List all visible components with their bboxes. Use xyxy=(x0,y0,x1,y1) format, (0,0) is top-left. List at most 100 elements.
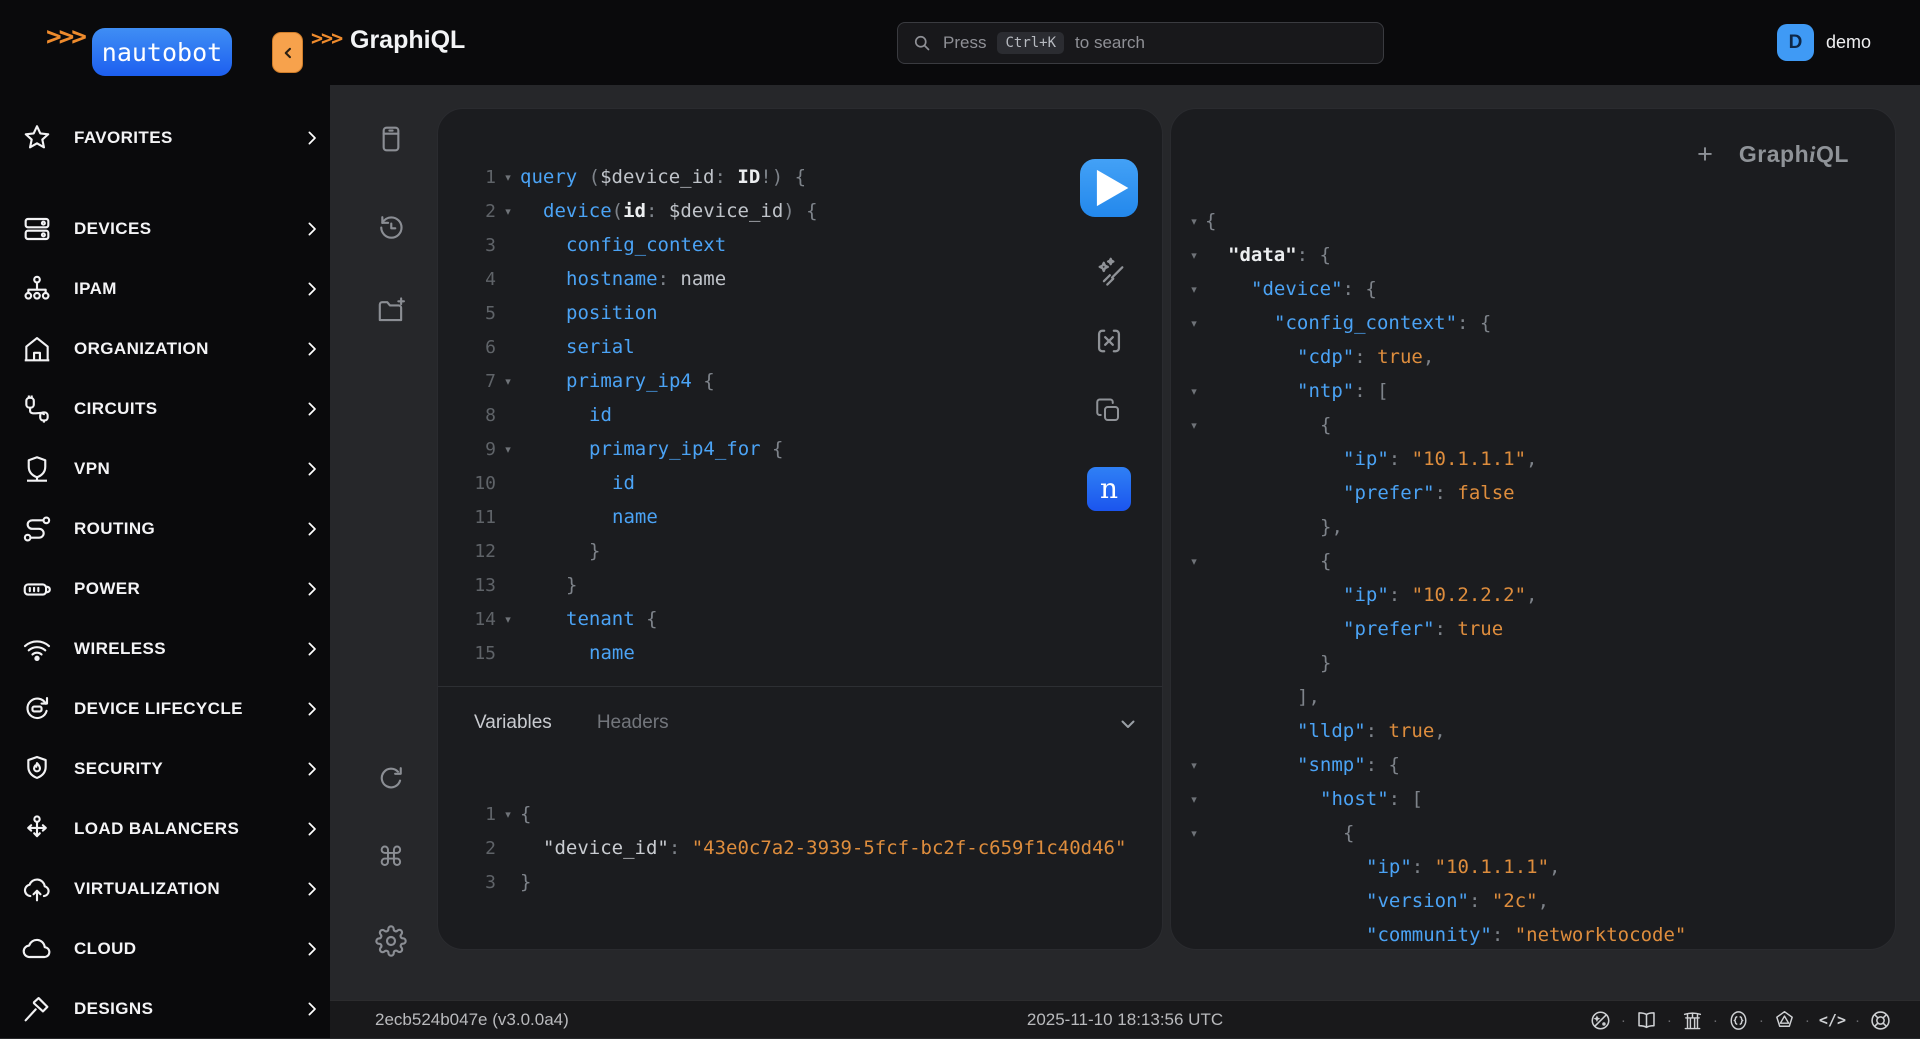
line-number: 2 xyxy=(438,201,496,222)
cable-icon xyxy=(21,393,53,425)
sidebar-item-organization[interactable]: ORGANIZATION xyxy=(0,325,330,373)
code-text: name xyxy=(520,506,658,528)
fold-arrow-icon[interactable]: ▾ xyxy=(496,205,520,218)
sidebar-item-circuits[interactable]: CIRCUITS xyxy=(0,385,330,433)
torii-gate-icon[interactable] xyxy=(1681,1009,1704,1032)
code-text: position xyxy=(520,302,658,324)
theme-toggle-icon[interactable] xyxy=(1589,1009,1612,1032)
help-lifebuoy-icon[interactable] xyxy=(1869,1009,1892,1032)
response-code-line: ▾"device": { xyxy=(1171,272,1885,306)
response-code-line: "prefer": false xyxy=(1171,476,1885,510)
tab-headers[interactable]: Headers xyxy=(597,712,669,734)
sidebar: FAVORITES DEVICES IPAM ORGANIZATION CIRC… xyxy=(0,0,330,1038)
sidebar-item-wireless[interactable]: WIRELESS xyxy=(0,625,330,673)
code-text: id xyxy=(520,404,612,426)
sidebar-item-virtualization[interactable]: VIRTUALIZATION xyxy=(0,865,330,913)
code-text: "ip": "10.1.1.1", xyxy=(1205,856,1561,878)
docs-panel-icon[interactable] xyxy=(375,123,407,155)
code-text: "prefer": true xyxy=(1205,618,1503,640)
line-number: 13 xyxy=(438,575,496,596)
graphql-logo-icon[interactable] xyxy=(1773,1009,1796,1032)
folder-plus-icon[interactable] xyxy=(375,295,407,327)
sidebar-item-ipam[interactable]: IPAM xyxy=(0,265,330,313)
refetch-schema-icon[interactable] xyxy=(375,763,407,795)
sidebar-item-cloud[interactable]: CLOUD xyxy=(0,925,330,973)
settings-gear-icon[interactable] xyxy=(375,925,407,957)
fold-arrow-icon[interactable]: ▾ xyxy=(1183,283,1205,296)
chevron-down-icon[interactable] xyxy=(1116,712,1140,736)
fold-arrow-icon[interactable]: ▾ xyxy=(1183,759,1205,772)
query-editor[interactable]: 1▾query ($device_id: ID!) {2▾device(id: … xyxy=(438,160,1066,670)
code-text: serial xyxy=(520,336,635,358)
search-kbd-shortcut: Ctrl+K xyxy=(997,32,1064,54)
execute-query-button[interactable] xyxy=(1080,159,1138,217)
fold-arrow-icon[interactable]: ▾ xyxy=(1183,317,1205,330)
sidebar-item-favorites[interactable]: FAVORITES xyxy=(0,114,330,162)
footer-icons: · · · · · </> · xyxy=(1589,1001,1892,1039)
fold-arrow-icon[interactable]: ▾ xyxy=(1183,215,1205,228)
editor-code-line: 13} xyxy=(438,568,1066,602)
fold-arrow-icon[interactable]: ▾ xyxy=(1183,249,1205,262)
fold-arrow-icon[interactable]: ▾ xyxy=(496,613,520,626)
fold-arrow-icon[interactable]: ▾ xyxy=(496,375,520,388)
variables-editor[interactable]: 1▾{2"device_id": "43e0c7a2-3939-5fcf-bc2… xyxy=(438,797,1142,899)
response-viewer: ▾{▾"data": {▾"device": {▾"config_context… xyxy=(1171,204,1885,950)
fold-arrow-icon[interactable]: ▾ xyxy=(496,808,520,821)
code-icon[interactable]: </> xyxy=(1819,1011,1846,1029)
chevron-right-icon xyxy=(303,760,321,778)
sidebar-collapse-button[interactable] xyxy=(272,32,303,73)
sidebar-item-device-lifecycle[interactable]: DEVICE LIFECYCLE xyxy=(0,685,330,733)
code-text: name xyxy=(520,642,635,664)
copy-query-icon[interactable] xyxy=(1094,396,1124,426)
fold-arrow-icon[interactable]: ▾ xyxy=(496,443,520,456)
load-balancer-icon xyxy=(21,813,53,845)
merge-fragments-icon[interactable] xyxy=(1092,324,1126,358)
search-input[interactable]: Press Ctrl+K to search xyxy=(897,22,1384,64)
separator-dot: · xyxy=(1713,1012,1718,1029)
sidebar-item-devices[interactable]: DEVICES xyxy=(0,205,330,253)
prettify-query-icon[interactable] xyxy=(1092,254,1126,288)
chevron-right-icon xyxy=(303,880,321,898)
nautobot-plugin-icon[interactable]: n xyxy=(1087,467,1131,511)
sidebar-item-load-balancers[interactable]: LOAD BALANCERS xyxy=(0,805,330,853)
response-code-line: "lldp": true, xyxy=(1171,714,1885,748)
tab-variables[interactable]: Variables xyxy=(474,712,552,734)
search-icon xyxy=(912,33,932,53)
new-tab-plus-icon[interactable]: + xyxy=(1697,141,1713,168)
fold-arrow-icon[interactable]: ▾ xyxy=(1183,827,1205,840)
graphiql-page: ⌘ 1▾query ($device_id: ID!) {2▾device(id… xyxy=(330,85,1920,1000)
chevron-right-icon xyxy=(303,340,321,358)
fold-arrow-icon[interactable]: ▾ xyxy=(1183,385,1205,398)
history-icon[interactable] xyxy=(375,211,407,243)
line-number: 3 xyxy=(438,872,496,893)
keyboard-shortcuts-icon[interactable]: ⌘ xyxy=(375,842,407,874)
response-code-line: ▾"host": [ xyxy=(1171,782,1885,816)
sidebar-item-security[interactable]: SECURITY xyxy=(0,745,330,793)
fold-arrow-icon[interactable]: ▾ xyxy=(1183,793,1205,806)
editor-code-line: 6serial xyxy=(438,330,1066,364)
api-braces-icon[interactable] xyxy=(1727,1009,1750,1032)
search-placeholder-suffix: to search xyxy=(1075,33,1145,53)
sidebar-item-vpn[interactable]: VPN xyxy=(0,445,330,493)
star-icon xyxy=(21,122,53,154)
response-code-line: ▾"ntp": [ xyxy=(1171,374,1885,408)
editor-code-line: 2▾device(id: $device_id) { xyxy=(438,194,1066,228)
user-menu[interactable]: D demo xyxy=(1777,24,1871,61)
battery-icon xyxy=(21,573,53,605)
sidebar-item-power[interactable]: POWER xyxy=(0,565,330,613)
fold-arrow-icon[interactable]: ▾ xyxy=(1183,419,1205,432)
nautobot-logo[interactable]: nautobot xyxy=(92,28,232,76)
sidebar-item-designs[interactable]: DESIGNS xyxy=(0,985,330,1033)
editor-code-line: 14▾tenant { xyxy=(438,602,1066,636)
sidebar-item-routing[interactable]: ROUTING xyxy=(0,505,330,553)
docs-book-icon[interactable] xyxy=(1635,1009,1658,1032)
chevron-right-icon xyxy=(303,460,321,478)
variables-code-line: 2"device_id": "43e0c7a2-3939-5fcf-bc2f-c… xyxy=(438,831,1142,865)
cloud-icon xyxy=(21,933,53,965)
fold-arrow-icon[interactable]: ▾ xyxy=(1183,555,1205,568)
response-code-line: "community": "networktocode" xyxy=(1171,918,1885,950)
response-code-line: ▾{ xyxy=(1171,544,1885,578)
line-number: 4 xyxy=(438,269,496,290)
fold-arrow-icon[interactable]: ▾ xyxy=(496,171,520,184)
code-text: "prefer": false xyxy=(1205,482,1515,504)
